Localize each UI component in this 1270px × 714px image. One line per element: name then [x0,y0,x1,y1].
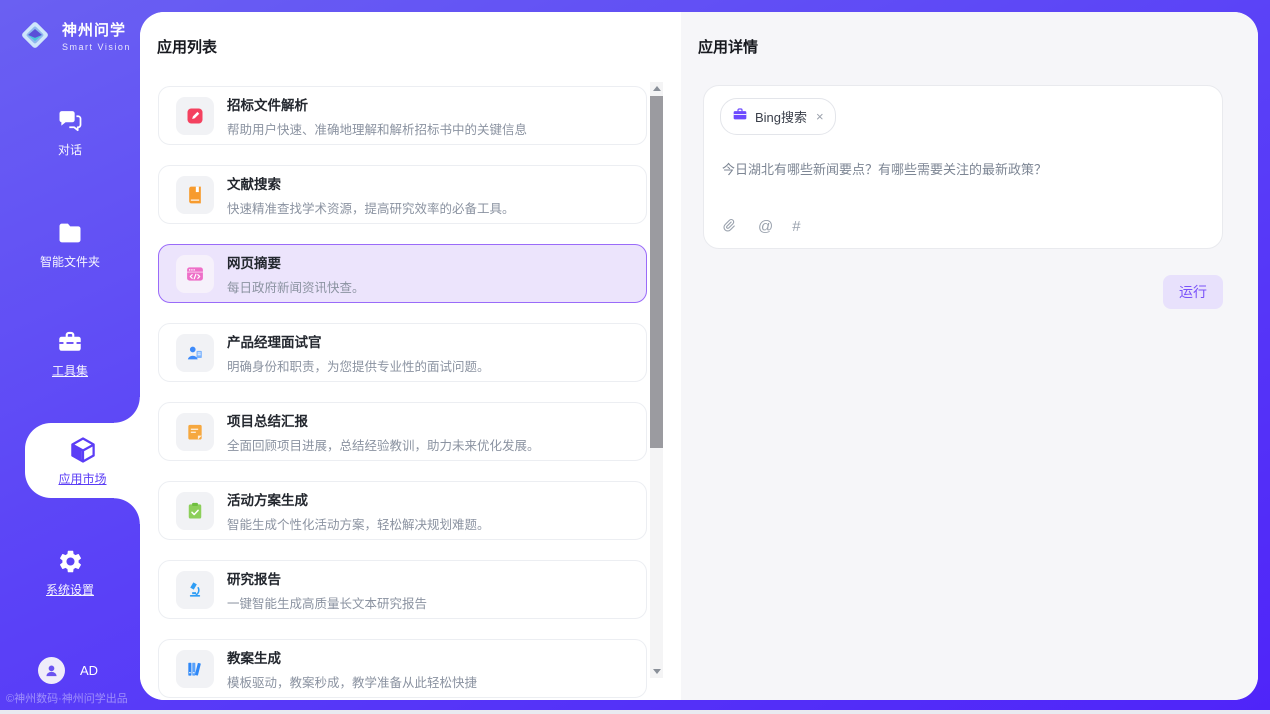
app-card-pm-interviewer[interactable]: 产品经理面试官 明确身份和职责，为您提供专业性的面试问题。 [158,323,647,382]
note-icon [176,413,214,451]
app-card-name: 项目总结汇报 [227,410,540,430]
prompt-text[interactable]: 今日湖北有哪些新闻要点？有哪些需要关注的最新政策？ [722,160,1204,180]
app-card-research-report[interactable]: 研究报告 一键智能生成高质量长文本研究报告 [158,560,647,619]
prompt-toolbar: @ # [722,218,801,235]
app-card-web-summary[interactable]: 网页摘要 每日政府新闻资讯快查。 [158,244,647,303]
tool-tag-label: Bing搜索 [755,107,807,126]
sidebar-item-settings[interactable]: 系统设置 [0,547,140,598]
app-card-name: 活动方案生成 [227,489,490,509]
app-card-name: 文献搜索 [227,173,515,193]
app-list-scrollbar[interactable] [650,82,663,678]
app-card-description: 快速精准查找学术资源，提高研究效率的必备工具。 [227,198,515,217]
scroll-down-button[interactable] [650,665,663,678]
app-list: 招标文件解析 帮助用户快速、准确地理解和解析招标书中的关键信息 文献搜索 快速精… [140,86,681,698]
app-card-name: 研究报告 [227,568,427,588]
app-card-description: 每日政府新闻资讯快查。 [227,277,365,296]
interviewer-icon [176,334,214,372]
app-card-description: 智能生成个性化活动方案，轻松解决规划难题。 [227,514,490,533]
scrollbar-thumb[interactable] [650,96,663,448]
book-icon [176,176,214,214]
app-card-name: 产品经理面试官 [227,331,490,351]
sidebar-item-chat[interactable]: 对话 [0,107,140,158]
hash-icon[interactable]: # [792,219,800,234]
sidebar-item-label: 对话 [58,141,82,158]
triangle-down-icon [653,669,661,674]
user-badge[interactable]: AD [38,657,98,684]
app-card-description: 明确身份和职责，为您提供专业性的面试问题。 [227,356,490,375]
run-row: 运行 [703,275,1223,309]
close-icon[interactable]: × [816,109,824,124]
books-icon [176,650,214,688]
app-card-bid-document-analysis[interactable]: 招标文件解析 帮助用户快速、准确地理解和解析招标书中的关键信息 [158,86,647,145]
prompt-card: Bing搜索 × 今日湖北有哪些新闻要点？有哪些需要关注的最新政策？ @ # [703,85,1223,249]
logo-diamond-icon [16,16,54,54]
bottom-edge-divider [0,710,1270,714]
app-list-title: 应用列表 [157,36,681,57]
tool-tag-bing-search[interactable]: Bing搜索 × [720,98,836,135]
app-card-event-plan[interactable]: 活动方案生成 智能生成个性化活动方案，轻松解决规划难题。 [158,481,647,540]
sidebar-nav: 对话 智能文件夹 工具集 [0,107,140,598]
app-card-lesson-plan[interactable]: 教案生成 模板驱动，教案秒成，教学准备从此轻松快捷 [158,639,647,698]
app-card-description: 全面回顾项目进展，总结经验教训，助力未来优化发展。 [227,435,540,454]
gear-icon [57,547,84,575]
sidebar-item-smart-folders[interactable]: 智能文件夹 [0,219,140,270]
content-area: 应用列表 招标文件解析 帮助用户快速、准确地理解和解析招标书中的关键信息 [140,12,1258,700]
logo-subtitle: Smart Vision [62,42,131,52]
app-card-description: 模板驱动，教案秒成，教学准备从此轻松快捷 [227,672,477,691]
triangle-up-icon [653,86,661,91]
browser-code-icon [176,255,214,293]
toolbox-icon [56,328,84,356]
cube-icon [68,436,98,464]
app-list-panel: 应用列表 招标文件解析 帮助用户快速、准确地理解和解析招标书中的关键信息 [140,12,681,700]
edit-doc-icon [176,97,214,135]
sidebar-item-app-market[interactable]: 应用市场 [25,423,140,498]
logo-title: 神州问学 [62,19,131,40]
chat-icon [56,107,84,135]
run-button[interactable]: 运行 [1163,275,1223,309]
app-detail-title: 应用详情 [698,36,1258,57]
sidebar-item-label: 工具集 [52,362,88,379]
app-card-project-summary[interactable]: 项目总结汇报 全面回顾项目进展，总结经验教训，助力未来优化发展。 [158,402,647,461]
copyright: ©神州数码·神州问学出品 [6,690,128,706]
app-card-name: 网页摘要 [227,252,365,272]
app-card-description: 帮助用户快速、准确地理解和解析招标书中的关键信息 [227,119,527,138]
scroll-up-button[interactable] [650,82,663,95]
user-name: AD [80,663,98,678]
clipboard-check-icon [176,492,214,530]
sidebar: 神州问学 Smart Vision 对话 智能文件夹 [0,0,140,714]
paperclip-icon[interactable] [722,218,739,235]
avatar [38,657,65,684]
app-card-name: 招标文件解析 [227,94,527,114]
at-icon[interactable]: @ [758,219,773,234]
briefcase-icon [732,106,748,127]
sidebar-item-label: 智能文件夹 [40,253,100,270]
logo: 神州问学 Smart Vision [0,0,140,54]
app-card-literature-search[interactable]: 文献搜索 快速精准查找学术资源，提高研究效率的必备工具。 [158,165,647,224]
microscope-icon [176,571,214,609]
app-card-name: 教案生成 [227,647,477,667]
app-card-description: 一键智能生成高质量长文本研究报告 [227,593,427,612]
sidebar-item-label: 系统设置 [46,581,94,598]
folder-icon [56,219,84,247]
app-detail-panel: 应用详情 Bing搜索 × 今日湖北有哪些新闻要点？有哪些需要关注的最新政策？ [681,12,1258,700]
sidebar-item-label: 应用市场 [58,470,106,487]
sidebar-item-toolset[interactable]: 工具集 [0,328,140,379]
